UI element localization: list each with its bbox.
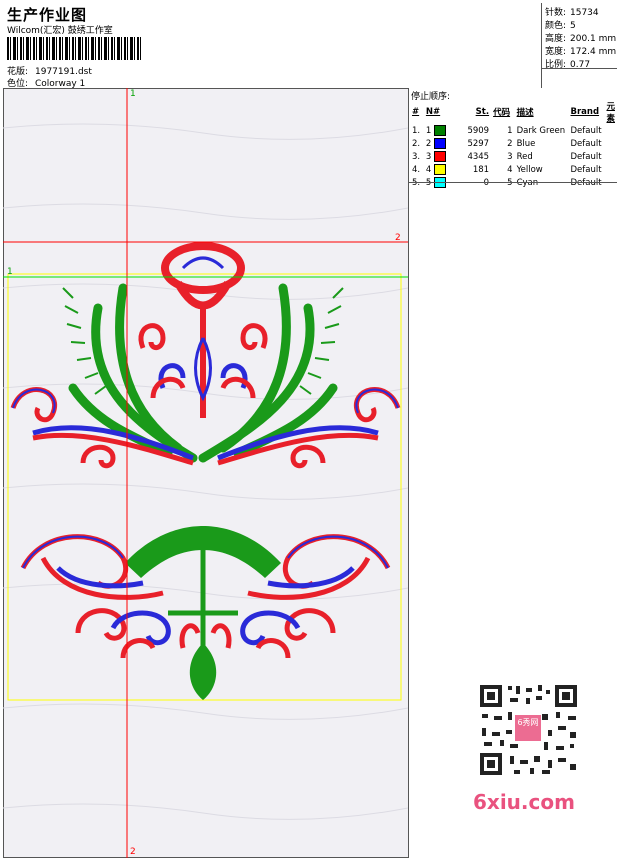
color-table: # N# St. 代码 描述 Brand 元素 1. 1 5909 1 Dark… bbox=[410, 100, 617, 189]
table-row: 2. 2 5297 2 Blue Default bbox=[412, 138, 602, 149]
watermark-logo: 6xiu.com bbox=[473, 790, 575, 814]
embroidery-design bbox=[3, 88, 408, 858]
studio-subtitle: Wilcom(汇宏) 鼓绣工作室 bbox=[7, 26, 113, 36]
guide-label-right: 2 bbox=[395, 233, 401, 243]
color-swatch bbox=[434, 164, 447, 175]
stat-colors: 颜色: 5 bbox=[545, 21, 576, 31]
header: 生产作业图 Wilcom(汇宏) 鼓绣工作室 花版: 1977191.dst 色位… bbox=[3, 3, 617, 89]
design-canvas: 1 2 2 1 bbox=[3, 88, 408, 858]
stats-divider bbox=[542, 68, 617, 69]
table-row: 4. 4 181 4 Yellow Default bbox=[412, 164, 602, 175]
stat-stitches: 针数: 15734 bbox=[545, 8, 599, 18]
guide-label-bottom: 2 bbox=[130, 847, 136, 857]
stat-height: 高度: 200.1 mm bbox=[545, 34, 617, 44]
color-swatch bbox=[434, 151, 447, 162]
qr-code[interactable]: 6秀网 bbox=[470, 680, 585, 780]
guide-label-top: 1 bbox=[130, 89, 136, 99]
table-divider bbox=[409, 182, 617, 183]
page-title: 生产作业图 bbox=[7, 6, 88, 24]
stat-width: 宽度: 172.4 mm bbox=[545, 47, 617, 57]
guide-label-left: 1 bbox=[7, 267, 13, 277]
color-swatch bbox=[434, 138, 447, 149]
table-row: 3. 3 4345 3 Red Default bbox=[412, 151, 602, 162]
qr-stamp-text: 6秀网 bbox=[517, 718, 539, 727]
qr-code-image bbox=[470, 680, 585, 780]
color-table-header: # N# St. 代码 描述 Brand 元素 bbox=[412, 102, 615, 124]
stats-panel: 针数: 15734 颜色: 5 高度: 200.1 mm 宽度: 172.4 mm 比例… bbox=[541, 3, 617, 88]
upper-center-flower bbox=[161, 242, 245, 418]
color-swatch bbox=[434, 125, 447, 136]
table-row: 1. 1 5909 1 Dark Green Default bbox=[412, 125, 602, 136]
barcode bbox=[7, 37, 143, 60]
